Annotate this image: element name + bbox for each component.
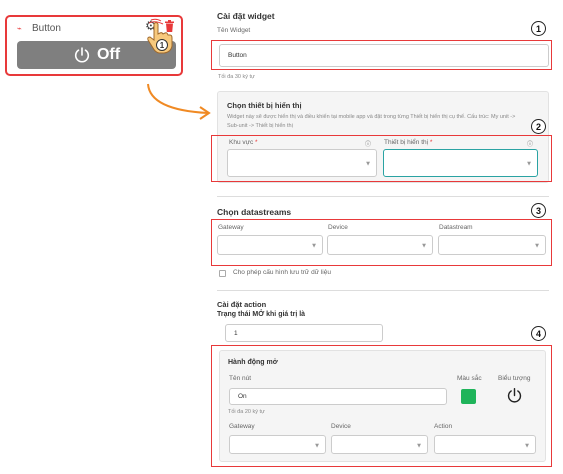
- flow-arrow: [147, 83, 211, 120]
- wifi-off-icon: ⌁: [17, 24, 22, 33]
- display-device-description-1: Widget này sẽ được hiển thị và điều khiể…: [227, 114, 516, 120]
- power-icon: [74, 47, 90, 63]
- divider: [217, 196, 549, 197]
- power-state-label: Off: [96, 46, 121, 63]
- storage-checkbox[interactable]: [219, 270, 226, 277]
- widget-name: Button: [32, 23, 61, 34]
- widget-name-label: Tên Widget: [217, 27, 251, 34]
- on-state-label: Trạng thái MỞ khi giá trị là: [217, 311, 306, 318]
- click-hand-icon: 1: [147, 18, 173, 54]
- step-badge-2: 2: [531, 119, 546, 134]
- highlight-box-1: [211, 40, 552, 70]
- datastreams-title: Chọn datastreams: [217, 207, 292, 217]
- hand-step-badge: 1: [160, 41, 165, 50]
- highlight-box-3: [211, 219, 552, 266]
- widget-name-hint: Tối đa 30 ký tự: [218, 74, 255, 80]
- highlight-box-4: [211, 345, 552, 467]
- divider: [217, 290, 549, 291]
- highlight-box-2: [211, 135, 552, 182]
- widget-settings-title: Cài đặt widget: [217, 11, 275, 21]
- on-state-input[interactable]: 1: [225, 324, 383, 342]
- step-badge-3: 3: [531, 203, 546, 218]
- storage-checkbox-label: Cho phép cấu hình lưu trữ dữ liệu: [233, 269, 331, 276]
- display-device-description-2: Sub-unit -> Thiết bị hiển thị: [227, 123, 293, 129]
- step-badge-1: 1: [531, 21, 546, 36]
- step-badge-4: 4: [531, 326, 546, 341]
- display-device-title: Chọn thiết bị hiển thị: [227, 101, 302, 110]
- action-settings-title: Cài đặt action: [217, 300, 267, 309]
